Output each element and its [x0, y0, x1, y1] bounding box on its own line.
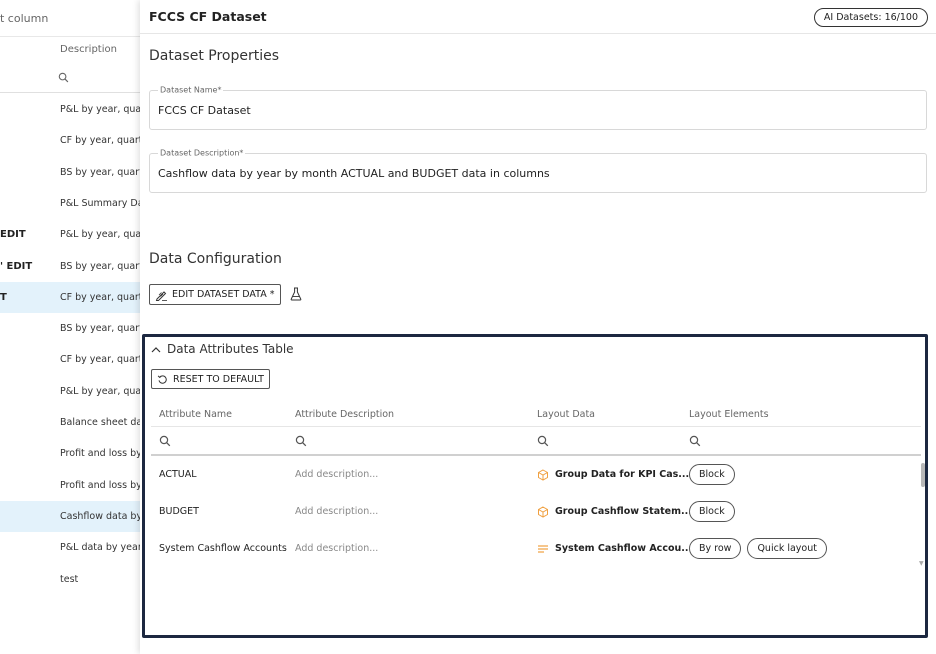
attribute-row[interactable]: System Cashflow Accounts Add description.… — [151, 530, 921, 567]
layout-data-label: System Cashflow Accou... — [555, 543, 693, 554]
dataset-row-description: CF by year, quarte — [60, 354, 140, 366]
chevron-up-icon — [151, 346, 161, 352]
layout-elements-cell: By row Quick layout — [689, 530, 827, 567]
layout-element-chip[interactable]: Quick layout — [747, 538, 827, 559]
dataset-row-description: Balance sheet dat — [60, 417, 140, 428]
attribute-name: ACTUAL — [159, 469, 197, 480]
dataset-row-description: Profit and loss by — [60, 448, 140, 460]
attribute-name: BUDGET — [159, 506, 199, 517]
search-icon[interactable] — [159, 435, 171, 447]
dataset-list-panel: t column Description P&L by year, quart C… — [0, 0, 140, 654]
cube-icon — [538, 468, 548, 481]
dataset-row-description: P&L by year, quart — [60, 229, 140, 241]
layout-element-chip[interactable]: Block — [689, 501, 735, 522]
dataset-list-row[interactable]: P&L Summary Dat — [0, 188, 140, 219]
dataset-list-row[interactable]: CF by year, quarte — [0, 344, 140, 375]
layout-element-chip[interactable]: Block — [689, 464, 735, 485]
attribute-row[interactable]: ACTUAL Add description... Group Data for K… — [151, 456, 921, 493]
edit-dataset-data-label: EDIT DATASET DATA * — [172, 289, 275, 300]
search-icon[interactable] — [537, 435, 549, 447]
dataset-row-description: Profit and loss by — [60, 479, 140, 491]
attribute-description-input[interactable]: Add description... — [295, 493, 378, 530]
data-attributes-panel: Data Attributes Table RESET TO DEFAULT A… — [142, 334, 928, 638]
dataset-description-value[interactable]: Cashflow data by year by month ACTUAL an… — [158, 154, 550, 194]
lines-icon — [538, 544, 548, 553]
dataset-row-description: P&L Summary Dat — [60, 197, 140, 209]
reset-icon — [157, 374, 167, 384]
reset-to-default-label: RESET TO DEFAULT — [173, 373, 264, 385]
search-icon[interactable] — [295, 435, 307, 447]
layout-data-cell[interactable]: Group Cashflow Statem... — [537, 493, 692, 530]
attribute-description-input[interactable]: Add description... — [295, 456, 378, 493]
dataset-list-row[interactable]: Profit and loss by — [0, 438, 140, 469]
dataset-list-row[interactable]: Balance sheet dat — [0, 407, 140, 438]
dataset-list-row[interactable]: EDIT P&L by year, quart — [0, 219, 140, 250]
data-attributes-toggle[interactable]: Data Attributes Table — [151, 342, 294, 356]
dataset-name-field[interactable]: Dataset Name* FCCS CF Dataset — [149, 85, 927, 131]
layout-elements-cell: Block — [689, 456, 735, 493]
ai-datasets-badge: AI Datasets: 16/100 — [813, 8, 928, 27]
dataset-list-row[interactable]: ' EDIT BS by year, quarte — [0, 251, 140, 282]
layout-element-chip[interactable]: By row — [689, 538, 742, 559]
dataset-row-description: CF by year, quarte — [60, 291, 140, 303]
reset-to-default-button[interactable]: RESET TO DEFAULT — [151, 369, 270, 389]
header-divider — [151, 426, 921, 427]
layout-data-header[interactable]: Layout Data — [537, 409, 595, 420]
search-icon[interactable] — [689, 435, 701, 447]
dataset-description-field[interactable]: Dataset Description* Cashflow data by ye… — [149, 148, 927, 194]
scrollbar-thumb[interactable] — [921, 463, 925, 487]
dataset-list-row[interactable]: CF by year, quarte — [0, 125, 140, 156]
dataset-row-description: test — [60, 573, 79, 585]
dataset-row-name: EDIT — [0, 229, 26, 241]
layout-data-label: Group Data for KPI Cas... — [555, 469, 690, 480]
scroll-down-icon[interactable]: ▼ — [919, 561, 925, 567]
layout-elements-header[interactable]: Layout Elements — [689, 409, 769, 420]
dataset-row-name: ' EDIT — [0, 260, 33, 272]
top-bar: FCCS CF Dataset AI Datasets: 16/100 — [140, 0, 936, 34]
layout-data-cell[interactable]: System Cashflow Accou... — [537, 530, 692, 567]
edit-data-icon — [155, 290, 167, 301]
layout-data-cell[interactable]: Group Data for KPI Cas... — [537, 456, 689, 493]
search-divider — [0, 92, 140, 93]
attribute-description-input[interactable]: Add description... — [295, 530, 378, 567]
dataset-list-row[interactable]: T CF by year, quarte — [0, 281, 140, 313]
dataset-list-row[interactable]: P&L data by year, — [0, 532, 140, 563]
dataset-list-row[interactable]: BS by year, quarte — [0, 157, 140, 188]
search-icon[interactable] — [58, 72, 69, 83]
data-attributes-title: Data Attributes Table — [167, 342, 294, 356]
flask-icon[interactable] — [290, 287, 302, 301]
dataset-row-description: BS by year, quarte — [60, 166, 140, 178]
attribute-row[interactable]: BUDGET Add description... Group Cashflow S… — [151, 493, 921, 530]
dataset-row-description: Cashflow data by y — [60, 510, 140, 522]
dataset-row-description: BS by year, quarte — [60, 323, 140, 335]
dataset-list-row[interactable]: P&L by year, quart — [0, 94, 140, 125]
dataset-row-description: P&L data by year, — [60, 542, 140, 554]
dataset-list-row[interactable]: Cashflow data by y — [0, 500, 140, 532]
dataset-list-header: t column — [0, 0, 140, 37]
attribute-name-header[interactable]: Attribute Name — [159, 409, 232, 420]
page-title: FCCS CF Dataset — [149, 9, 267, 24]
dataset-list-row[interactable]: Profit and loss by — [0, 470, 140, 501]
description-column-header[interactable]: Description — [60, 44, 117, 55]
dataset-row-description: P&L by year, quart — [60, 385, 140, 397]
dataset-list-row[interactable]: BS by year, quarte — [0, 313, 140, 344]
dataset-row-description: BS by year, quarte — [60, 260, 140, 272]
attribute-name: System Cashflow Accounts — [159, 543, 287, 554]
dataset-row-description: P&L by year, quart — [60, 104, 140, 115]
data-configuration-title: Data Configuration — [149, 251, 282, 267]
cube-icon — [538, 505, 548, 518]
dataset-list-row[interactable]: test — [0, 564, 140, 595]
layout-data-label: Group Cashflow Statem... — [555, 506, 692, 517]
attribute-description-header[interactable]: Attribute Description — [295, 409, 394, 420]
dataset-name-value[interactable]: FCCS CF Dataset — [158, 91, 251, 131]
layout-elements-cell: Block — [689, 493, 735, 530]
dataset-list-row[interactable]: P&L by year, quart — [0, 376, 140, 407]
edit-dataset-data-button[interactable]: EDIT DATASET DATA * — [149, 284, 281, 305]
dataset-row-name: T — [0, 291, 7, 303]
dataset-row-description: CF by year, quarte — [60, 135, 140, 147]
dataset-detail-panel: FCCS CF Dataset AI Datasets: 16/100 Data… — [140, 0, 936, 654]
dataset-properties-title: Dataset Properties — [149, 48, 280, 64]
